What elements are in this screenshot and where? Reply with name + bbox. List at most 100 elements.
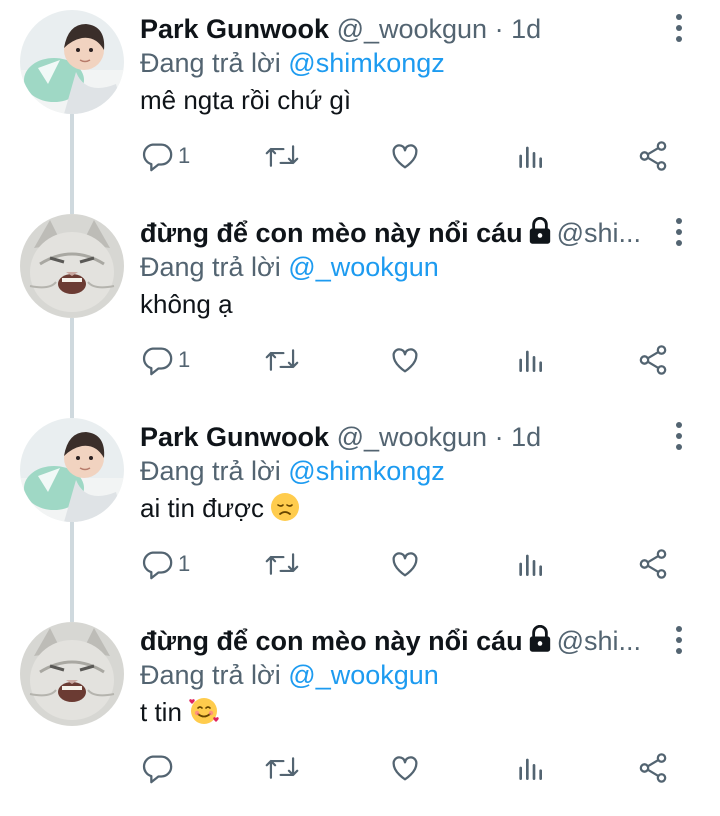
reply-icon — [142, 755, 173, 784]
tweet[interactable]: đừng để con mèo này nổi cáu @shi... Đang … — [0, 612, 720, 816]
avatar[interactable] — [20, 214, 124, 318]
lock-icon — [529, 625, 550, 652]
retweet-icon — [265, 349, 299, 371]
person-avatar-image — [20, 418, 124, 522]
views-button[interactable] — [514, 136, 546, 176]
reply-count: 1 — [178, 143, 191, 168]
views-icon — [519, 146, 542, 168]
tweet[interactable]: đừng để con mèo này nổi cáu @shi... Đang … — [0, 204, 720, 408]
tweet-header: Park Gunwook @_wookgun · 1d — [140, 12, 650, 46]
retweet-button[interactable] — [264, 748, 300, 788]
handle[interactable]: @shi... — [557, 218, 641, 248]
like-button[interactable] — [388, 748, 422, 788]
tweet-text: mê ngta rồi chứ gì — [140, 85, 352, 115]
views-icon — [519, 554, 542, 576]
replying-to: Đang trả lời @_wookgun — [140, 250, 439, 284]
more-icon[interactable] — [674, 14, 684, 44]
retweet-button[interactable] — [264, 136, 300, 176]
views-button[interactable] — [514, 340, 546, 380]
person-avatar-image — [20, 10, 124, 114]
share-icon — [639, 141, 667, 171]
retweet-icon — [265, 757, 299, 779]
tweet-text-container: t tin — [140, 695, 220, 729]
share-icon — [639, 549, 667, 579]
more-icon[interactable] — [674, 218, 684, 248]
like-button[interactable] — [388, 544, 422, 584]
share-button[interactable] — [636, 340, 670, 380]
replying-prefix: Đang trả lời — [140, 252, 281, 282]
timestamp[interactable]: 1d — [511, 14, 541, 44]
like-icon — [392, 348, 418, 373]
like-button[interactable] — [388, 340, 422, 380]
like-button[interactable] — [388, 136, 422, 176]
action-bar: 1 — [140, 340, 680, 380]
tweet-header: đừng để con mèo này nổi cáu @shi... — [140, 624, 650, 658]
handle[interactable]: @_wookgun — [337, 14, 488, 44]
separator-dot: · — [494, 422, 504, 452]
handle[interactable]: @shi... — [557, 626, 641, 656]
handle[interactable]: @_wookgun — [337, 422, 488, 452]
tweet-header: Park Gunwook @_wookgun · 1d — [140, 420, 650, 454]
tweet-text: ai tin được — [140, 493, 265, 523]
tweet[interactable]: Park Gunwook @_wookgun · 1d Đang trả lời… — [0, 408, 720, 612]
more-icon[interactable] — [674, 626, 684, 656]
views-button[interactable] — [514, 544, 546, 584]
share-icon — [639, 345, 667, 375]
display-name[interactable]: đừng để con mèo này nổi cáu — [140, 218, 523, 248]
reply-icon — [142, 347, 173, 376]
replying-to: Đang trả lời @_wookgun — [140, 658, 439, 692]
views-button[interactable] — [514, 748, 546, 788]
retweet-button[interactable] — [264, 340, 300, 380]
tweet-header: đừng để con mèo này nổi cáu @shi... — [140, 216, 650, 250]
disappointed-face-icon — [271, 493, 300, 521]
action-bar — [140, 748, 680, 788]
reply-button[interactable]: 1 — [140, 136, 190, 176]
display-name[interactable]: Park Gunwook — [140, 422, 329, 452]
like-icon — [392, 144, 418, 169]
cat-avatar-image — [20, 214, 124, 318]
reply-button[interactable]: 1 — [140, 544, 190, 584]
smiling-face-with-hearts-icon — [189, 698, 219, 724]
mention-link[interactable]: @_wookgun — [288, 252, 439, 282]
tweet[interactable]: Park Gunwook @_wookgun · 1d Đang trả lời… — [0, 0, 720, 204]
views-icon — [519, 758, 542, 780]
action-bar: 1 — [140, 544, 680, 584]
retweet-icon — [265, 553, 299, 575]
replying-prefix: Đang trả lời — [140, 456, 281, 486]
avatar[interactable] — [20, 418, 124, 522]
reply-icon — [142, 143, 173, 172]
tweet-text: không ạ — [140, 289, 233, 319]
replying-prefix: Đang trả lời — [140, 48, 281, 78]
like-icon — [392, 552, 418, 577]
reply-icon — [142, 551, 173, 580]
share-button[interactable] — [636, 544, 670, 584]
replying-prefix: Đang trả lời — [140, 660, 281, 690]
views-icon — [519, 350, 542, 372]
tweet-text-container: ai tin được — [140, 491, 300, 525]
retweet-button[interactable] — [264, 544, 300, 584]
replying-to: Đang trả lời @shimkongz — [140, 454, 445, 488]
lock-icon — [529, 217, 550, 244]
display-name[interactable]: Park Gunwook — [140, 14, 329, 44]
replying-to: Đang trả lời @shimkongz — [140, 46, 445, 80]
reply-button[interactable] — [140, 748, 178, 788]
reply-button[interactable]: 1 — [140, 340, 190, 380]
like-icon — [392, 756, 418, 781]
timestamp[interactable]: 1d — [511, 422, 541, 452]
avatar[interactable] — [20, 622, 124, 726]
cat-avatar-image — [20, 622, 124, 726]
reply-count: 1 — [178, 347, 191, 372]
share-button[interactable] — [636, 748, 670, 788]
action-bar: 1 — [140, 136, 680, 176]
mention-link[interactable]: @shimkongz — [288, 456, 444, 486]
share-button[interactable] — [636, 136, 670, 176]
tweet-text: t tin — [140, 697, 182, 727]
retweet-icon — [265, 145, 299, 167]
more-icon[interactable] — [674, 422, 684, 452]
mention-link[interactable]: @_wookgun — [288, 660, 439, 690]
separator-dot: · — [494, 14, 504, 44]
display-name[interactable]: đừng để con mèo này nổi cáu — [140, 626, 523, 656]
mention-link[interactable]: @shimkongz — [288, 48, 444, 78]
reply-count: 1 — [178, 551, 191, 576]
avatar[interactable] — [20, 10, 124, 114]
